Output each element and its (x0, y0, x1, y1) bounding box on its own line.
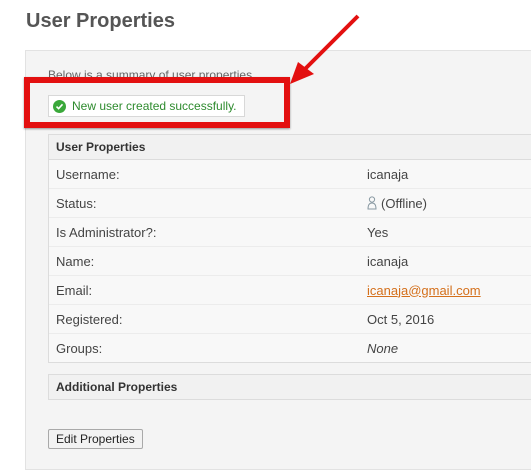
name-label: Name: (56, 253, 95, 269)
table-row: Registered: Oct 5, 2016 (49, 305, 531, 334)
edit-properties-button[interactable]: Edit Properties (48, 429, 143, 449)
is-administrator-value: Yes (367, 224, 389, 240)
table-row: Groups: None (49, 334, 531, 362)
is-administrator-label: Is Administrator?: (56, 224, 157, 240)
table-row: Email: icanaja@gmail.com (49, 276, 531, 305)
page-title: User Properties (26, 10, 175, 32)
registered-label: Registered: (56, 311, 123, 327)
user-offline-icon (367, 196, 377, 210)
user-properties-table: User Properties Username: icanaja Status… (48, 134, 531, 363)
annotation-highlight-box (24, 77, 290, 128)
registered-value: Oct 5, 2016 (367, 311, 435, 327)
email-link[interactable]: icanaja@gmail.com (367, 283, 481, 298)
email-value: icanaja@gmail.com (367, 283, 531, 298)
email-label: Email: (56, 282, 93, 298)
status-label: Status: (56, 195, 97, 211)
groups-label: Groups: (56, 340, 103, 356)
additional-properties-header[interactable]: Additional Properties (48, 374, 531, 400)
table-row: Username: icanaja (49, 160, 531, 189)
table-row: Status: (Offline) (49, 189, 531, 218)
status-value: (Offline) (367, 196, 531, 211)
annotation-arrow-icon (290, 14, 360, 84)
table-row: Is Administrator?: Yes (49, 218, 531, 247)
status-value-text: (Offline) (381, 195, 427, 211)
name-value: icanaja (367, 253, 409, 269)
user-properties-header: User Properties (49, 135, 531, 160)
username-label: Username: (56, 166, 120, 182)
table-row: Name: icanaja (49, 247, 531, 276)
groups-value: None (367, 340, 399, 356)
username-value: icanaja (367, 166, 409, 182)
